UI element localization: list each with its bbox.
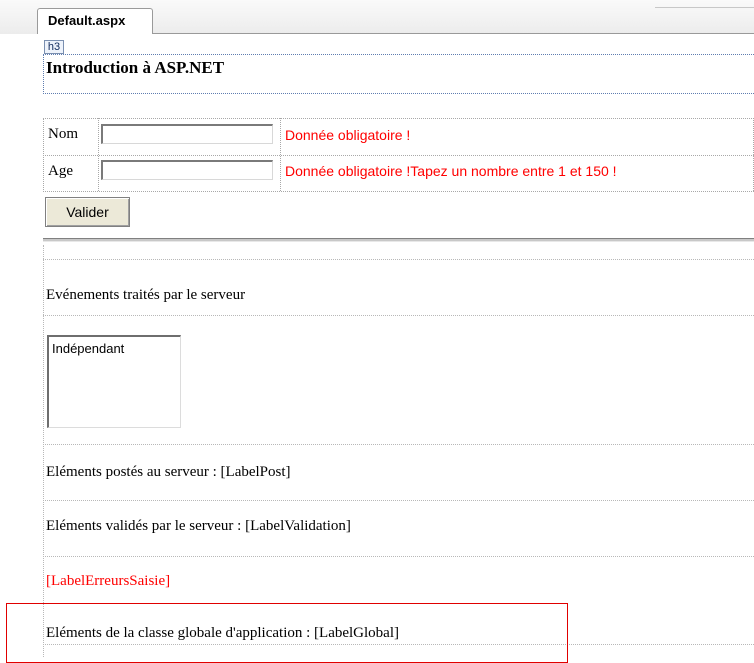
- tab-bar-divider: [655, 7, 754, 8]
- paragraph-guide: [43, 556, 754, 557]
- age-validators: Donnée obligatoire !Tapez un nombre entr…: [285, 163, 617, 179]
- list-item[interactable]: Indépendant: [52, 341, 180, 356]
- nom-label: Nom: [48, 126, 78, 142]
- events-listbox[interactable]: Indépendant: [47, 335, 181, 428]
- valider-button[interactable]: Valider: [45, 197, 130, 227]
- label-validation: Eléments validés par le serveur : [Label…: [46, 518, 351, 534]
- nom-input[interactable]: [101, 124, 273, 144]
- nom-required-validator: Donnée obligatoire !: [285, 127, 411, 143]
- table-col-line: [280, 118, 281, 191]
- left-guide-line: [43, 245, 44, 657]
- paragraph-guide: [43, 444, 754, 445]
- page-title: Introduction à ASP.NET: [46, 58, 225, 77]
- table-col-line: [98, 118, 99, 191]
- table-row-line: [43, 191, 754, 192]
- label-post: Eléments postés au serveur : [LabelPost]: [46, 464, 291, 480]
- table-row-line: [43, 155, 754, 156]
- paragraph-guide: [43, 315, 754, 316]
- document-tab-bar: Default.aspx: [0, 0, 754, 34]
- highlight-frame: [6, 603, 568, 663]
- age-input[interactable]: [101, 160, 273, 180]
- h3-tag-marker[interactable]: h3: [44, 40, 64, 54]
- paragraph-guide: [43, 259, 754, 260]
- horizontal-rule: [43, 238, 754, 242]
- table-row-line: [43, 118, 754, 119]
- tab-default-aspx[interactable]: Default.aspx: [37, 8, 153, 34]
- label-erreurs-saisie: [LabelErreursSaisie]: [46, 573, 171, 589]
- events-label: Evénements traités par le serveur: [46, 287, 246, 303]
- paragraph-guide: [43, 500, 754, 501]
- age-label: Age: [48, 163, 73, 179]
